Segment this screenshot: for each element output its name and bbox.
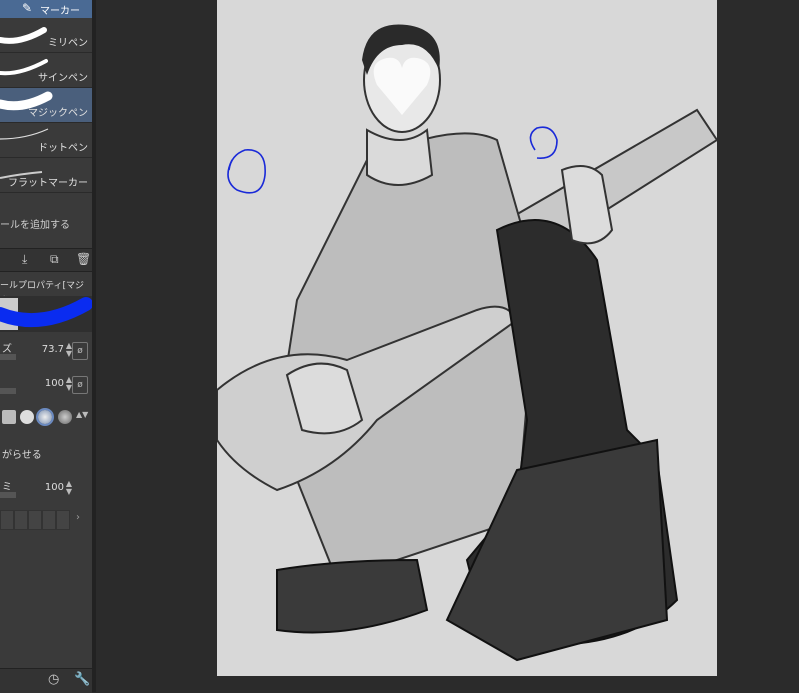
brush-name: サインペン <box>38 73 88 84</box>
density-row: ミ 100 ▲ ▼ <box>0 476 92 504</box>
tip-round-icon[interactable] <box>20 410 34 424</box>
brush-item-millipen[interactable]: ミリペン <box>0 18 92 53</box>
tool-property-header: ールプロパティ[マジッ <box>0 281 84 304</box>
pen-icon: ✎ <box>22 1 33 15</box>
chevron-right-icon[interactable]: › <box>76 512 80 523</box>
tool-group-header[interactable]: ✎ マーカー <box>0 0 92 18</box>
tool-actions-bar: ⤓ ⧉ 🗑 <box>0 248 92 272</box>
import-icon[interactable]: ⤓ <box>22 252 27 267</box>
trash-icon[interactable]: 🗑 <box>76 252 91 266</box>
opacity-value[interactable]: 100 <box>45 378 64 389</box>
opacity-pressure-icon[interactable]: ø <box>72 376 88 394</box>
brush-item-dotpen[interactable]: ドットペン <box>0 123 92 158</box>
density-label: ミ <box>2 482 12 493</box>
tip-stepper-icon[interactable]: ▲▼ <box>76 410 88 424</box>
swatch-strip: › <box>0 510 92 530</box>
duplicate-icon[interactable]: ⧉ <box>50 252 59 267</box>
smooth-row: がらせる <box>0 444 92 472</box>
density-value[interactable]: 100 <box>45 482 64 493</box>
brush-item-magicpen[interactable]: マジックペン <box>0 88 92 123</box>
brush-item-flatmarker[interactable]: フラットマーカー <box>0 158 92 193</box>
brush-name: フラットマーカー <box>8 178 88 189</box>
artwork-guitarist <box>217 24 717 662</box>
density-slider[interactable] <box>0 492 16 498</box>
preview-stroke <box>0 297 93 330</box>
tool-panel: ✎ マーカー ミリペン サインペン マジックペン ドットペン フラットマーカー … <box>0 0 93 693</box>
brush-name: ミリペン <box>48 38 88 49</box>
panel-footer: ◷ 🔧 <box>0 668 92 693</box>
swatch[interactable] <box>14 510 28 530</box>
size-value[interactable]: 73.7 <box>42 344 64 355</box>
swatch[interactable] <box>28 510 42 530</box>
smooth-label: がらせる <box>2 450 42 461</box>
swatch[interactable] <box>56 510 70 530</box>
brush-name: マジックペン <box>28 108 88 119</box>
brush-preview <box>0 296 93 332</box>
add-tool-link[interactable]: ールを追加する <box>0 216 70 231</box>
brush-item-signpen[interactable]: サインペン <box>0 53 92 88</box>
density-stepper-icon[interactable]: ▲ ▼ <box>66 480 72 496</box>
tip-blur-icon[interactable] <box>58 410 72 424</box>
size-label: ズ <box>2 344 12 355</box>
drawing-canvas[interactable] <box>217 0 717 676</box>
brush-name: ドットペン <box>38 143 88 154</box>
pressure-toggle-icon[interactable]: ø <box>72 342 88 360</box>
opacity-row: 100 ▲ ▼ ø <box>0 372 92 400</box>
tip-soft-icon[interactable] <box>36 408 54 426</box>
history-icon[interactable]: ◷ <box>48 672 59 687</box>
brush-tip-selector: ▲▼ <box>0 406 92 430</box>
tool-group-label: マーカー <box>40 6 80 17</box>
wrench-icon[interactable]: 🔧 <box>74 672 90 687</box>
tip-shape-icon[interactable] <box>2 410 16 424</box>
swatch[interactable] <box>42 510 56 530</box>
panel-divider[interactable] <box>92 0 96 692</box>
size-slider[interactable] <box>0 354 16 360</box>
size-row: ズ 73.7 ▲ ▼ ø <box>0 338 92 366</box>
swatch[interactable] <box>0 510 14 530</box>
opacity-slider[interactable] <box>0 388 16 394</box>
